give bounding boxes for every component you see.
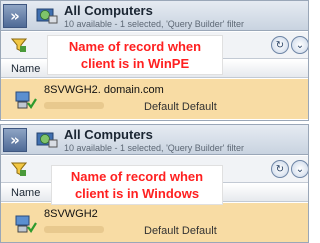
redacted-value (44, 102, 104, 109)
filter-icon[interactable] (11, 161, 27, 177)
table-row[interactable]: 8SVWGH2 Default Default (1, 203, 308, 242)
computer-icon (15, 215, 37, 233)
record-name: 8SVWGH2 (44, 208, 98, 220)
refresh-icon[interactable]: ↻ (271, 160, 289, 178)
double-chevron-right-icon[interactable]: » (3, 4, 27, 28)
chevron-down-icon[interactable]: ⌄ (291, 36, 308, 54)
computer-icon (15, 91, 37, 109)
computers-panel-windows: » All Computers 10 available - 1 selecte… (0, 124, 309, 243)
table-row[interactable]: 8SVWGH2. domain.com Default Default (1, 79, 308, 119)
column-name-label: Name (11, 63, 41, 75)
record-name: 8SVWGH2. domain.com (44, 84, 164, 96)
column-name-label: Name (11, 187, 41, 199)
globe-computer-icon (36, 132, 58, 148)
collection-subtitle: 10 available - 1 selected, 'Query Builde… (64, 19, 245, 29)
refresh-icon[interactable]: ↻ (271, 36, 289, 54)
record-default: Default Default (144, 225, 217, 237)
globe-computer-icon (36, 8, 58, 24)
callout-label: Name of record when client is in WinPE (47, 35, 223, 75)
collection-title: All Computers (64, 127, 153, 142)
redacted-value (44, 226, 104, 233)
panel-header: » All Computers 10 available - 1 selecte… (1, 1, 308, 31)
computers-panel-winpe: » All Computers 10 available - 1 selecte… (0, 0, 309, 121)
collection-subtitle: 10 available - 1 selected, 'Query Builde… (64, 143, 245, 153)
panel-header: » All Computers 10 available - 1 selecte… (1, 125, 308, 155)
callout-label: Name of record when client is in Windows (51, 165, 223, 205)
chevron-down-icon[interactable]: ⌄ (291, 160, 308, 178)
double-chevron-right-icon[interactable]: » (3, 128, 27, 152)
filter-icon[interactable] (11, 37, 27, 53)
collection-title: All Computers (64, 3, 153, 18)
record-default: Default Default (144, 101, 217, 113)
